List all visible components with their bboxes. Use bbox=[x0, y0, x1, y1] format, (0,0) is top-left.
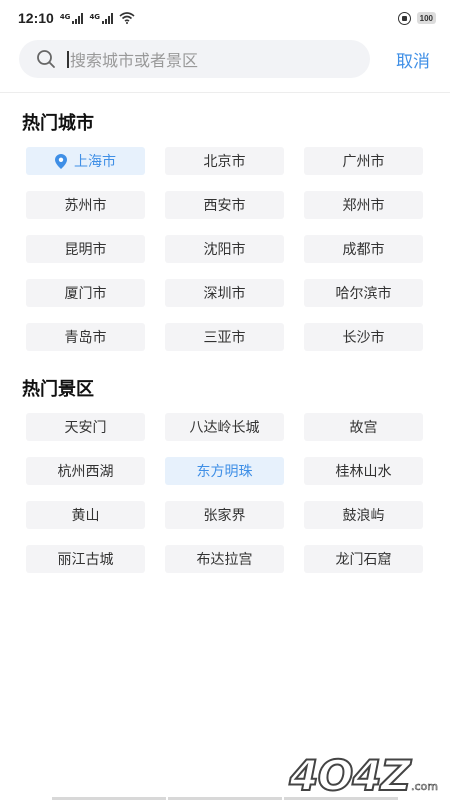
city-chip[interactable]: 深圳市 bbox=[165, 279, 284, 307]
divider bbox=[0, 92, 450, 93]
scenic-spot-label: 黄山 bbox=[71, 508, 100, 524]
watermark-suffix: .com bbox=[411, 780, 439, 794]
watermark-logo: 4O4Z .com bbox=[288, 751, 439, 800]
scenic-spot-label: 龙门石窟 bbox=[335, 552, 392, 568]
status-bar: 12:10 4G 4G 100 bbox=[0, 0, 450, 36]
scenic-spot-chip[interactable]: 杭州西湖 bbox=[26, 457, 145, 485]
scenic-spot-chip[interactable]: 鼓浪屿 bbox=[304, 501, 423, 529]
hot-scenic-title: 热门景区 bbox=[22, 379, 94, 400]
city-chip[interactable]: 苏州市 bbox=[26, 191, 145, 219]
scenic-spot-chip[interactable]: 天安门 bbox=[26, 413, 145, 441]
scenic-spot-chip[interactable]: 黄山 bbox=[26, 501, 145, 529]
status-right: 100 bbox=[397, 11, 436, 25]
city-label: 哈尔滨市 bbox=[335, 286, 392, 302]
scenic-spot-label: 丽江古城 bbox=[57, 552, 114, 568]
scenic-spot-label: 东方明珠 bbox=[196, 464, 253, 480]
scenic-spot-label: 鼓浪屿 bbox=[342, 508, 385, 524]
city-label: 北京市 bbox=[203, 154, 246, 170]
city-label: 西安市 bbox=[203, 198, 246, 214]
cancel-button[interactable]: 取消 bbox=[396, 40, 430, 78]
signal-label: 4G bbox=[89, 12, 101, 21]
city-label: 深圳市 bbox=[203, 286, 246, 302]
status-left: 12:10 4G 4G bbox=[18, 10, 135, 26]
city-chip[interactable]: 郑州市 bbox=[304, 191, 423, 219]
signal-icon: 4G bbox=[89, 12, 114, 24]
city-label: 郑州市 bbox=[342, 198, 385, 214]
status-time: 12:10 bbox=[18, 10, 54, 26]
scenic-spot-chip[interactable]: 东方明珠 bbox=[165, 457, 284, 485]
city-label: 苏州市 bbox=[64, 198, 107, 214]
scenic-spot-chip[interactable]: 故宫 bbox=[304, 413, 423, 441]
city-label: 昆明市 bbox=[64, 242, 107, 258]
scenic-spot-label: 故宫 bbox=[349, 420, 378, 436]
city-label: 广州市 bbox=[342, 154, 385, 170]
battery-icon: 100 bbox=[416, 12, 436, 24]
search-input[interactable]: 搜索城市或者景区 bbox=[19, 40, 370, 78]
scenic-spot-label: 张家界 bbox=[203, 508, 246, 524]
search-icon bbox=[37, 50, 55, 68]
wifi-icon bbox=[119, 12, 135, 24]
city-label: 上海市 bbox=[74, 154, 116, 170]
scenic-spot-chip[interactable]: 桂林山水 bbox=[304, 457, 423, 485]
city-label: 成都市 bbox=[342, 242, 385, 258]
rotation-lock-icon bbox=[397, 11, 411, 25]
watermark-text: 4O4Z bbox=[288, 751, 412, 800]
city-chip[interactable]: 昆明市 bbox=[26, 235, 145, 263]
city-chip[interactable]: 上海市 bbox=[26, 147, 145, 175]
city-label: 长沙市 bbox=[342, 330, 385, 346]
city-label: 青岛市 bbox=[64, 330, 107, 346]
city-chip[interactable]: 广州市 bbox=[304, 147, 423, 175]
city-chip[interactable]: 厦门市 bbox=[26, 279, 145, 307]
city-chip[interactable]: 三亚市 bbox=[165, 323, 284, 351]
city-chip[interactable]: 北京市 bbox=[165, 147, 284, 175]
city-chip[interactable]: 哈尔滨市 bbox=[304, 279, 423, 307]
scenic-spot-label: 布达拉宫 bbox=[196, 552, 253, 568]
scenic-spot-label: 天安门 bbox=[64, 420, 107, 436]
city-picker-screen: 12:10 4G 4G 100 搜索城市或者景区 取消 热门城市 上海市 北京市… bbox=[0, 0, 450, 800]
city-label: 厦门市 bbox=[64, 286, 107, 302]
scenic-spot-label: 杭州西湖 bbox=[57, 464, 114, 480]
city-chip[interactable]: 长沙市 bbox=[304, 323, 423, 351]
scenic-spot-chip[interactable]: 丽江古城 bbox=[26, 545, 145, 573]
signal-icon: 4G bbox=[59, 12, 84, 24]
scenic-spot-label: 八达岭长城 bbox=[189, 420, 260, 436]
search-header: 搜索城市或者景区 取消 bbox=[0, 40, 450, 78]
location-pin-icon bbox=[55, 153, 67, 169]
scenic-spot-chip[interactable]: 八达岭长城 bbox=[165, 413, 284, 441]
scenic-spot-chip[interactable]: 布达拉宫 bbox=[165, 545, 284, 573]
city-chip[interactable]: 西安市 bbox=[165, 191, 284, 219]
search-placeholder: 搜索城市或者景区 bbox=[70, 51, 199, 70]
text-cursor bbox=[67, 50, 69, 68]
city-chip[interactable]: 青岛市 bbox=[26, 323, 145, 351]
scenic-spot-chip[interactable]: 张家界 bbox=[165, 501, 284, 529]
hot-cities-grid: 上海市 北京市 广州市苏州市 西安市 郑州市昆明市 沈阳市 成都市厦门市 深圳市 哈尔滨市青岛市… bbox=[26, 147, 424, 351]
city-label: 沈阳市 bbox=[203, 242, 246, 258]
hot-cities-title: 热门城市 bbox=[22, 113, 94, 134]
hot-scenic-grid: 天安门 八达岭长城 故宫杭州西湖 东方明珠 桂林山水黄山 张家界 鼓浪屿丽江古城 布达拉宫 龙门… bbox=[26, 413, 424, 573]
scenic-spot-label: 桂林山水 bbox=[335, 464, 392, 480]
scenic-spot-chip[interactable]: 龙门石窟 bbox=[304, 545, 423, 573]
city-chip[interactable]: 沈阳市 bbox=[165, 235, 284, 263]
city-label: 三亚市 bbox=[203, 330, 246, 346]
city-chip[interactable]: 成都市 bbox=[304, 235, 423, 263]
signal-label: 4G bbox=[59, 12, 71, 21]
